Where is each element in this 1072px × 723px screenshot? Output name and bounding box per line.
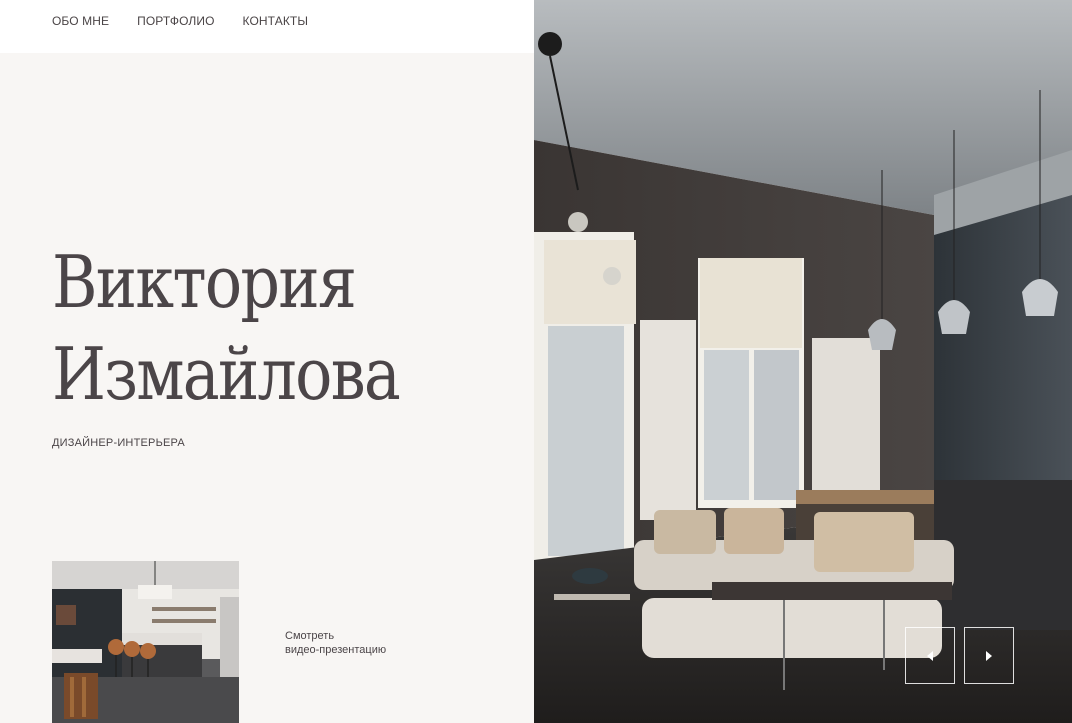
watch-video-link[interactable]: Смотреть видео-презентацию <box>285 629 415 657</box>
interior-hero-image <box>534 0 1072 723</box>
nav-about-link[interactable]: ОБО МНЕ <box>52 14 109 28</box>
video-thumbnail[interactable] <box>52 561 239 723</box>
arrow-left-icon <box>927 650 933 661</box>
nav-contacts-link[interactable]: КОНТАКТЫ <box>243 14 309 28</box>
designer-last-name: Измайлова <box>52 332 401 416</box>
loft-living-room-image <box>534 0 1072 723</box>
kitchen-interior-image <box>52 561 239 723</box>
video-link-line1: Смотреть <box>285 630 335 642</box>
main-nav: ОБО МНЕ ПОРТФОЛИО КОНТАКТЫ <box>52 14 308 28</box>
nav-portfolio-link[interactable]: ПОРТФОЛИО <box>137 14 214 28</box>
designer-name: Виктория Измайлова <box>52 236 401 420</box>
arrow-right-icon <box>986 650 992 661</box>
slider-next-button[interactable] <box>964 627 1014 684</box>
top-navigation-bar: ОБО МНЕ ПОРТФОЛИО КОНТАКТЫ <box>0 0 534 53</box>
designer-first-name: Виктория <box>52 240 357 324</box>
slider-prev-button[interactable] <box>905 627 955 684</box>
designer-title: ДИЗАЙНЕР-ИНТЕРЬЕРА <box>52 437 185 449</box>
video-link-line2: видео-презентацию <box>285 644 387 656</box>
